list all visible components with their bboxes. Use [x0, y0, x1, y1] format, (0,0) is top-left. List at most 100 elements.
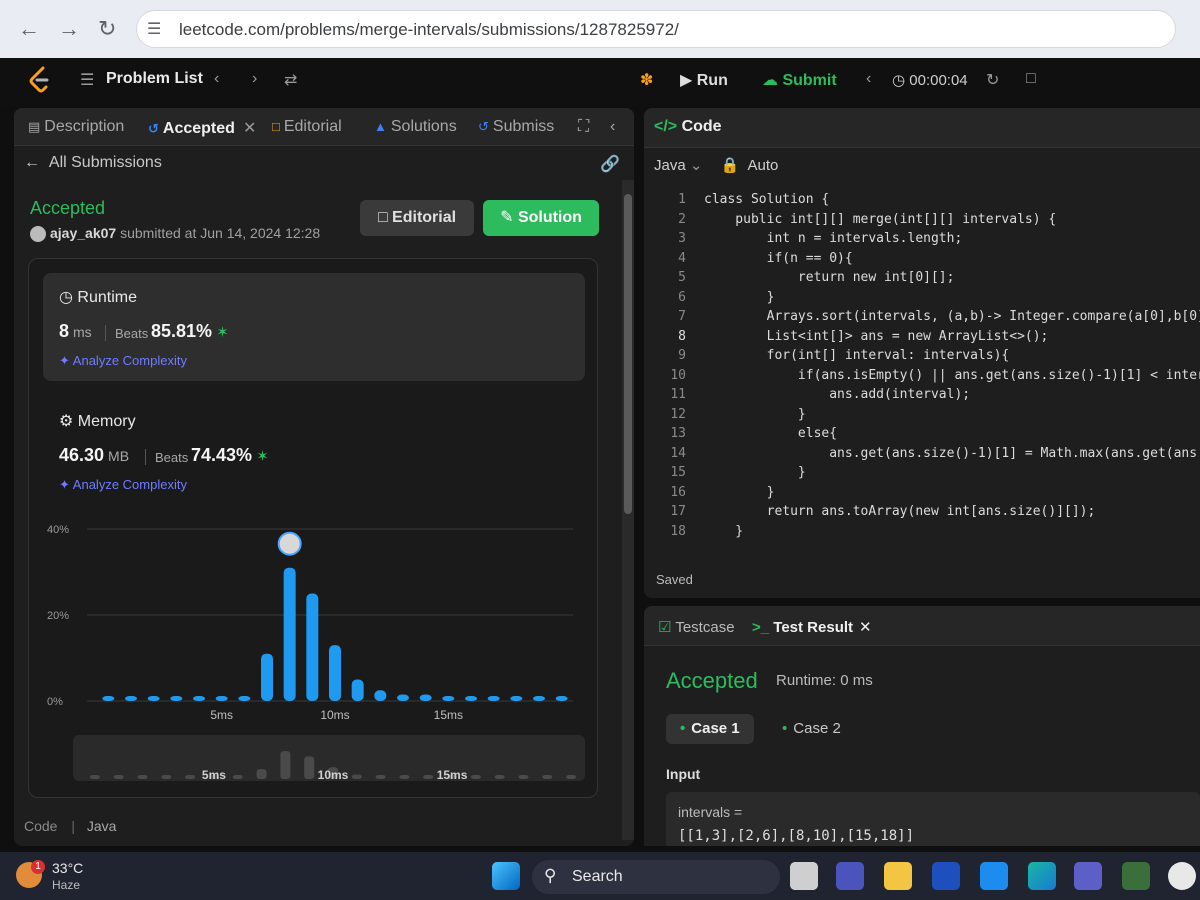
address-bar[interactable]: ☰ leetcode.com/problems/merge-intervals/…: [136, 10, 1176, 48]
code-lines[interactable]: 1 class Solution {2 public int[][] merge(…: [644, 190, 1200, 541]
notes-icon[interactable]: □: [1026, 70, 1036, 88]
l-app-icon[interactable]: [932, 862, 960, 890]
code-language-row: Code | Java: [24, 818, 117, 834]
code-line[interactable]: 5 return new int[0][];: [644, 268, 1200, 288]
x-tick-label: 5ms: [210, 708, 233, 722]
share-link-icon[interactable]: 🔗: [600, 154, 620, 174]
forward-arrow-icon[interactable]: →: [58, 16, 80, 42]
submit-button[interactable]: ☁ Submit: [762, 70, 837, 90]
flask-icon: ▲: [374, 119, 387, 134]
auto-mode[interactable]: Auto: [747, 157, 778, 174]
code-line[interactable]: 10 if(ans.isEmpty() || ans.get(ans.size(…: [644, 366, 1200, 386]
submission-status: Accepted: [30, 198, 106, 218]
code-line[interactable]: 13 else{: [644, 424, 1200, 444]
code-line[interactable]: 17 return ans.toArray(new int[ans.size()…: [644, 502, 1200, 522]
windows-start-icon[interactable]: [492, 862, 520, 890]
tab-accepted[interactable]: ↺ Accepted ✕: [148, 118, 256, 138]
code-line[interactable]: 18 }: [644, 522, 1200, 542]
code-line[interactable]: 8 List<int[]> ans = new ArrayList<>();: [644, 327, 1200, 347]
username[interactable]: ajay_ak07: [50, 225, 116, 241]
line-code: Arrays.sort(intervals, (a,b)-> Integer.c…: [704, 309, 1200, 324]
all-submissions-link[interactable]: ← All Submissions: [24, 154, 162, 172]
collapse-timer-icon[interactable]: ‹: [866, 70, 871, 88]
editorial-button[interactable]: □ Editorial: [360, 200, 474, 236]
search-label: Search: [572, 868, 623, 885]
scroll-thumb[interactable]: [624, 194, 632, 514]
history-icon: ↺: [148, 121, 159, 136]
language-select[interactable]: Java: [654, 157, 686, 174]
fullscreen-icon[interactable]: ⛶: [578, 118, 589, 136]
case-2-button[interactable]: • Case 2: [768, 714, 855, 744]
close-tab-icon[interactable]: ✕: [243, 120, 256, 137]
code-line[interactable]: 12 }: [644, 405, 1200, 425]
code-line[interactable]: 14 ans.get(ans.size()-1)[1] = Math.max(a…: [644, 444, 1200, 464]
teams-chat-icon[interactable]: [836, 862, 864, 890]
mail-icon[interactable]: [980, 862, 1008, 890]
line-code: if(ans.isEmpty() || ans.get(ans.size()-1…: [704, 367, 1200, 383]
minimap-bar: [232, 775, 243, 779]
code-line[interactable]: 9 for(int[] interval: intervals){: [644, 346, 1200, 366]
language-label: Java: [86, 818, 117, 834]
problem-list-link[interactable]: Problem List: [106, 70, 203, 88]
tab-submissions[interactable]: ↺ Submiss: [478, 118, 554, 136]
submit-label: Submit: [782, 72, 837, 89]
clock-icon: ◷: [59, 289, 78, 306]
analyze-complexity-memory[interactable]: ✦ Analyze Complexity: [59, 477, 187, 493]
shuffle-icon[interactable]: ⇄: [284, 70, 297, 90]
code-line[interactable]: 2 public int[][] merge(int[][] intervals…: [644, 210, 1200, 230]
reset-timer-icon[interactable]: ↻: [986, 70, 999, 90]
tab-testcase[interactable]: ☑ Testcase: [658, 618, 735, 636]
chart-bar: [397, 694, 409, 701]
teams-icon[interactable]: [1074, 862, 1102, 890]
code-line[interactable]: 11 ans.add(interval);: [644, 385, 1200, 405]
code-line[interactable]: 1 class Solution {: [644, 190, 1200, 210]
code-line[interactable]: 4 if(n == 0){: [644, 249, 1200, 269]
tab-test-result[interactable]: >_ Test Result ✕: [752, 618, 872, 636]
prev-problem-icon[interactable]: ‹: [214, 70, 219, 88]
analyze-complexity-runtime[interactable]: ✦ Analyze Complexity: [59, 353, 187, 369]
weather-condition[interactable]: Haze: [52, 878, 80, 892]
news-icon[interactable]: [1122, 862, 1150, 890]
language-selector[interactable]: Java ⌄ 🔒 Auto: [654, 156, 778, 174]
site-settings-icon[interactable]: ☰: [147, 19, 161, 39]
solution-button[interactable]: ✎ Solution: [483, 200, 599, 236]
timer[interactable]: ◷ 00:00:04: [892, 71, 968, 89]
code-line[interactable]: 16 }: [644, 483, 1200, 503]
code-line[interactable]: 6 }: [644, 288, 1200, 308]
line-number: 1: [678, 192, 686, 207]
minimap-bar: [280, 751, 291, 779]
minimap-bar: [399, 775, 410, 779]
task-view-icon[interactable]: [790, 862, 818, 890]
reload-icon[interactable]: ↻: [98, 16, 116, 42]
debug-icon[interactable]: ✽: [640, 70, 653, 90]
case-1-button[interactable]: • Case 1: [666, 714, 754, 744]
tab-description[interactable]: ▤ Description: [28, 118, 124, 136]
runtime-distribution-chart[interactable]: 40% 20% 0% 5ms 10ms 15ms: [43, 521, 593, 731]
tab-editorial[interactable]: □ Editorial: [272, 118, 342, 136]
test-status: Accepted: [666, 668, 758, 693]
runtime-box[interactable]: ◷ Runtime 8 ms Beats 85.81% ✶ ✦ Analyze C…: [43, 273, 585, 381]
edge-icon[interactable]: [1028, 862, 1056, 890]
code-line[interactable]: 3 int n = intervals.length;: [644, 229, 1200, 249]
minimap-bar: [351, 774, 362, 779]
problem-list-icon[interactable]: ☰: [80, 70, 94, 90]
line-code: return ans.toArray(new int[ans.size()][]…: [704, 504, 1096, 519]
tab-solutions[interactable]: ▲ Solutions: [374, 118, 457, 136]
taskbar-search[interactable]: ⚲ Search: [532, 860, 780, 894]
memory-value: 46.30 MB: [59, 445, 130, 465]
next-problem-icon[interactable]: ›: [252, 70, 257, 88]
code-line[interactable]: 7 Arrays.sort(intervals, (a,b)-> Integer…: [644, 307, 1200, 327]
run-button[interactable]: ▶ Run: [680, 70, 728, 90]
avatar: [30, 226, 46, 242]
windows-taskbar: 1 33°C Haze ⚲ Search: [0, 852, 1200, 900]
left-scrollbar[interactable]: [622, 180, 634, 840]
file-explorer-icon[interactable]: [884, 862, 912, 890]
chrome-icon[interactable]: [1168, 862, 1196, 890]
code-line[interactable]: 15 }: [644, 463, 1200, 483]
temperature[interactable]: 33°C: [52, 860, 83, 876]
collapse-panel-icon[interactable]: ‹: [610, 118, 615, 136]
chart-minimap[interactable]: 5ms 10ms 15ms: [73, 735, 585, 782]
leetcode-logo-icon[interactable]: [28, 66, 52, 94]
back-arrow-icon[interactable]: ←: [18, 16, 40, 42]
minimap-bar: [185, 775, 196, 779]
